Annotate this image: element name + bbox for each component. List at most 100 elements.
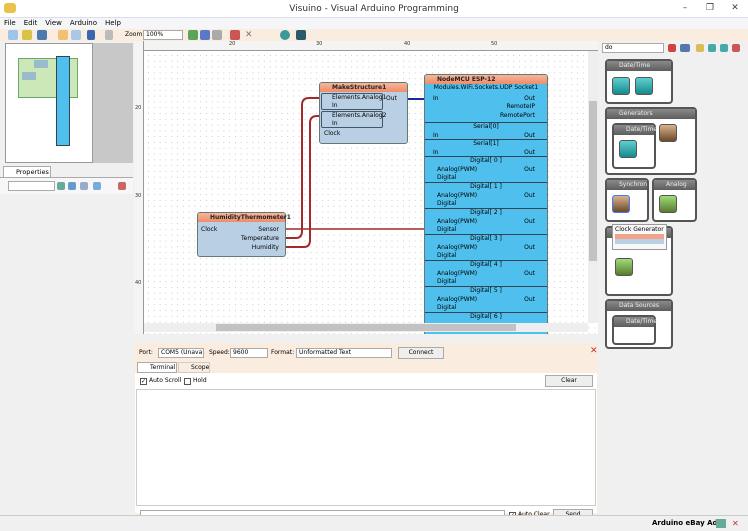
close-panel-icon[interactable]: ✕ — [590, 346, 598, 356]
search-icon[interactable] — [57, 182, 65, 190]
zoom-fit-icon[interactable] — [212, 30, 222, 40]
datetime-icon[interactable] — [619, 140, 637, 158]
board-icon[interactable] — [280, 30, 290, 40]
collapse-icon[interactable] — [720, 44, 728, 52]
udp-out-pin[interactable]: Out — [524, 95, 535, 102]
in-pin[interactable]: In — [433, 149, 439, 156]
upload-icon[interactable] — [296, 30, 306, 40]
out-pin[interactable]: Out — [524, 296, 535, 303]
out-pin[interactable]: Out — [524, 149, 535, 156]
digital-pin[interactable]: Digital — [437, 174, 456, 181]
close-palette-icon[interactable] — [732, 44, 740, 52]
palette-group-data-sources[interactable]: Data Sources Date/Time — [605, 299, 673, 349]
snap-icon[interactable] — [58, 30, 68, 40]
menu-file[interactable]: File — [0, 18, 20, 29]
tab-properties[interactable]: Properties — [3, 166, 51, 177]
close-button[interactable]: ✕ — [722, 0, 748, 16]
out-pin[interactable]: Out — [524, 244, 535, 251]
hold-checkbox[interactable] — [184, 378, 191, 385]
menu-arduino[interactable]: Arduino — [66, 18, 101, 29]
save-icon[interactable] — [37, 30, 47, 40]
out-pin[interactable]: Out — [524, 166, 535, 173]
element-analog1[interactable]: Elements.Analog1 In — [321, 93, 386, 110]
in-pin[interactable]: In — [332, 102, 338, 109]
palette-group-generators[interactable]: Generators Date/Time — [605, 107, 697, 175]
analog-pwm-pin[interactable]: Analog(PWM) — [437, 296, 477, 303]
humidity-thermometer-component[interactable]: HumidityThermometer1 Clock Sensor Temper… — [197, 212, 291, 257]
undo-icon[interactable] — [87, 30, 95, 40]
make-structure-component[interactable]: MakeStructure1 Elements.Analog1 In Eleme… — [319, 82, 408, 144]
element-analog2[interactable]: Elements.Analog2 In — [321, 111, 386, 128]
design-canvas[interactable]: 20 30 40 50 20 30 40 HumidityThermometer… — [134, 41, 598, 334]
palette-subgroup-datetime[interactable]: Date/Time — [612, 315, 657, 345]
digital-pin[interactable]: Digital — [437, 226, 456, 233]
menu-help[interactable]: Help — [101, 18, 125, 29]
datetime-icon[interactable] — [635, 77, 653, 95]
analog-pwm-pin[interactable]: Analog(PWM) — [437, 192, 477, 199]
filter-icon[interactable] — [680, 44, 690, 52]
properties-search-input[interactable] — [8, 181, 55, 191]
zoom-in-icon[interactable] — [188, 30, 198, 40]
udp-in-pin[interactable]: In — [433, 95, 439, 102]
sensor-pin[interactable]: Sensor — [258, 226, 279, 233]
connect-button[interactable]: Connect — [398, 347, 444, 359]
remote-port-pin[interactable]: RemotePort — [500, 112, 535, 119]
out-pin[interactable]: Out — [386, 95, 397, 102]
palette-group-synchron[interactable]: Synchron — [605, 178, 649, 222]
humidity-pin[interactable]: Humidity — [252, 244, 279, 251]
close-ads-icon[interactable]: ✕ — [732, 519, 742, 528]
in-pin[interactable]: In — [332, 120, 338, 127]
out-pin[interactable]: Out — [524, 218, 535, 225]
pin-icon[interactable] — [118, 182, 126, 190]
auto-scroll-checkbox[interactable]: ✓ — [140, 378, 147, 385]
digital-pin[interactable]: Digital — [437, 278, 456, 285]
tab-scope[interactable]: Scope — [178, 362, 210, 373]
zoom-out-icon[interactable] — [200, 30, 210, 40]
clear-button[interactable]: Clear — [545, 375, 593, 387]
maximize-button[interactable]: ❐ — [697, 0, 723, 16]
delete-icon[interactable]: ✕ — [245, 30, 255, 40]
vertical-scrollbar[interactable] — [588, 51, 598, 323]
overview-map[interactable] — [5, 43, 93, 163]
menu-view[interactable]: View — [41, 18, 66, 29]
clock-pin[interactable]: Clock — [201, 226, 217, 233]
folder-icon[interactable] — [696, 44, 704, 52]
analog-generator-icon[interactable] — [615, 258, 633, 276]
new-icon[interactable] — [8, 30, 18, 40]
out-pin[interactable]: Out — [524, 132, 535, 139]
metronome-icon[interactable] — [659, 124, 677, 142]
ads-icon[interactable] — [716, 519, 726, 528]
temperature-pin[interactable]: Temperature — [241, 235, 279, 242]
datetime-icon[interactable] — [612, 77, 630, 95]
terminal-output[interactable] — [136, 389, 596, 506]
expand-icon[interactable] — [708, 44, 716, 52]
menu-edit[interactable]: Edit — [20, 18, 42, 29]
tab-terminal[interactable]: Terminal — [137, 362, 177, 373]
out-pin[interactable]: Out — [524, 192, 535, 199]
digital-pin[interactable]: Digital — [437, 304, 456, 311]
palette-group-analog[interactable]: Analog — [652, 178, 697, 222]
remote-ip-pin[interactable]: RemoteIP — [506, 103, 535, 110]
clear-search-icon[interactable] — [668, 44, 676, 52]
analog-pwm-pin[interactable]: Analog(PWM) — [437, 270, 477, 277]
horizontal-scrollbar[interactable] — [144, 323, 588, 332]
expand-icon[interactable] — [80, 182, 88, 190]
zoom-select[interactable]: 100% — [143, 30, 183, 40]
grid-icon[interactable] — [71, 30, 81, 40]
palette-subgroup-datetime[interactable]: Date/Time — [612, 123, 657, 169]
redo-icon[interactable] — [105, 30, 113, 40]
analog-pwm-pin[interactable]: Analog(PWM) — [437, 166, 477, 173]
filter-icon[interactable] — [68, 182, 76, 190]
analog-generator-icon[interactable] — [659, 195, 677, 213]
palette-search-input[interactable]: do — [602, 43, 664, 53]
format-select[interactable]: Unformatted Text — [296, 348, 392, 358]
analog-pwm-pin[interactable]: Analog(PWM) — [437, 218, 477, 225]
collapse-icon[interactable] — [93, 182, 101, 190]
nodemcu-esp12-component[interactable]: NodeMCU ESP-12 Modules.WiFi.Sockets.UDP … — [424, 74, 548, 334]
open-icon[interactable] — [22, 30, 32, 40]
speed-select[interactable]: 9600 — [230, 348, 268, 358]
clock-generator-icon[interactable] — [612, 195, 630, 213]
port-select[interactable]: COM5 (Unava — [158, 348, 204, 358]
minimize-button[interactable]: – — [672, 0, 698, 16]
palette-group-datetime[interactable]: Date/Time — [605, 59, 673, 104]
